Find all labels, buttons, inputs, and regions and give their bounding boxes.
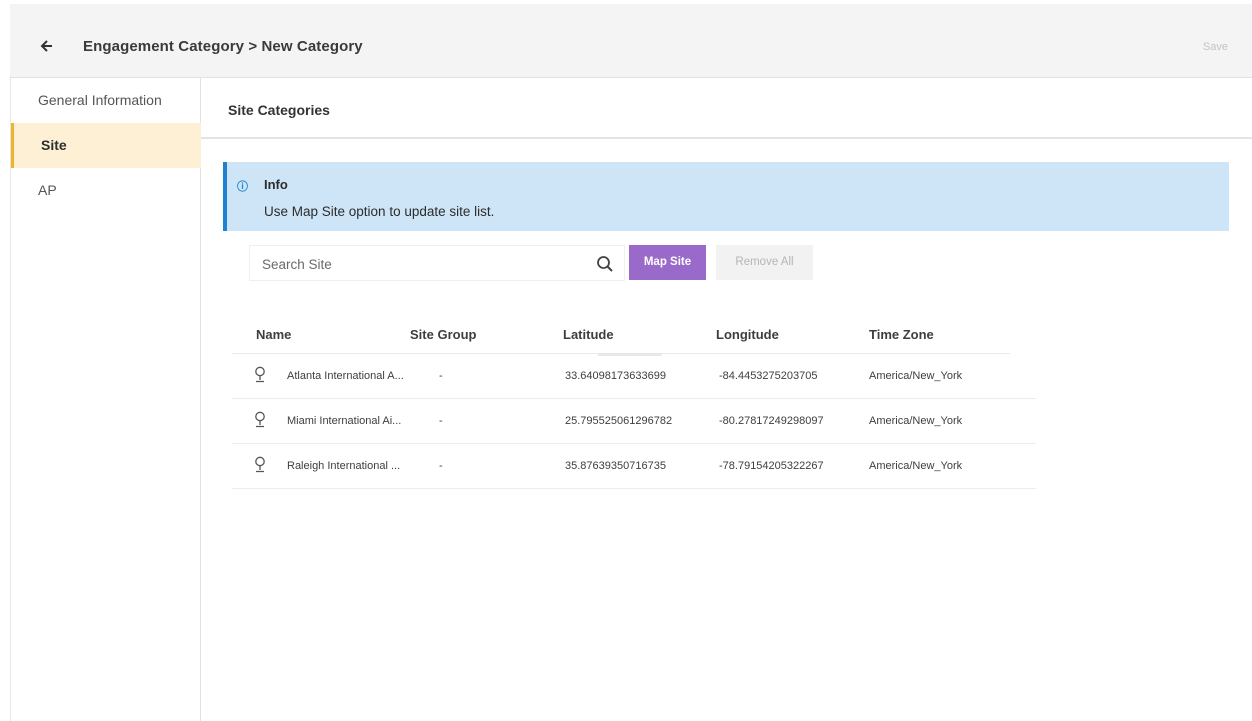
cell-longitude: -80.27817249298097	[719, 415, 824, 427]
page-header: Engagement Category > New Category Save	[10, 4, 1252, 78]
sidebar-item-site[interactable]: Site	[11, 123, 201, 168]
column-header-time-zone[interactable]: Time Zone	[869, 327, 934, 342]
breadcrumb: Engagement Category > New Category	[83, 38, 363, 55]
section-header: Site Categories	[201, 78, 1252, 139]
column-header-site-group[interactable]: Site Group	[410, 327, 476, 342]
location-pin-icon	[255, 366, 265, 383]
cell-time-zone: America/New_York	[869, 415, 963, 427]
cell-latitude: 25.795525061296782	[565, 415, 673, 427]
table-row[interactable]: Miami International Ai... - 25.795525061…	[232, 399, 1036, 444]
main-content: Site Categories ⓘ Info Use Map Site opti…	[201, 78, 1252, 721]
map-site-button[interactable]: Map Site	[629, 245, 706, 280]
back-arrow-icon[interactable]	[38, 38, 54, 54]
cell-name: Raleigh International ...	[287, 460, 401, 472]
table-row[interactable]: Raleigh International ... - 35.876393507…	[232, 444, 1036, 489]
cell-longitude: -84.4453275203705	[719, 370, 818, 382]
cell-site-group: -	[439, 370, 443, 382]
save-button[interactable]: Save	[1203, 41, 1228, 53]
cell-time-zone: America/New_York	[869, 460, 963, 472]
cell-site-group: -	[439, 415, 443, 427]
search-icon[interactable]	[596, 255, 614, 273]
info-title: Info	[264, 177, 288, 192]
column-header-latitude[interactable]: Latitude	[563, 327, 614, 342]
cell-time-zone: America/New_York	[869, 370, 963, 382]
sidebar-item-ap[interactable]: AP	[11, 168, 201, 213]
search-box	[249, 245, 625, 281]
cell-site-group: -	[439, 460, 443, 472]
location-pin-icon	[255, 411, 265, 428]
table-row[interactable]: Atlanta International A... - 33.64098173…	[232, 354, 1036, 399]
location-pin-icon	[255, 456, 265, 473]
section-title: Site Categories	[228, 102, 330, 118]
column-header-name[interactable]: Name	[256, 327, 291, 342]
remove-all-button[interactable]: Remove All	[716, 245, 813, 280]
cell-longitude: -78.79154205322267	[719, 460, 824, 472]
cell-name: Miami International Ai...	[287, 415, 402, 427]
info-text: Use Map Site option to update site list.	[264, 204, 495, 219]
search-input[interactable]	[262, 254, 582, 274]
info-banner: ⓘ Info Use Map Site option to update sit…	[223, 162, 1229, 231]
sidebar: General Information Site AP	[10, 78, 201, 721]
info-icon: ⓘ	[237, 181, 248, 193]
cell-latitude: 35.87639350716735	[565, 460, 666, 472]
column-header-longitude[interactable]: Longitude	[716, 327, 779, 342]
cell-name: Atlanta International A...	[287, 370, 404, 382]
sidebar-item-general-information[interactable]: General Information	[11, 78, 201, 123]
cell-latitude: 33.64098173633699	[565, 370, 666, 382]
